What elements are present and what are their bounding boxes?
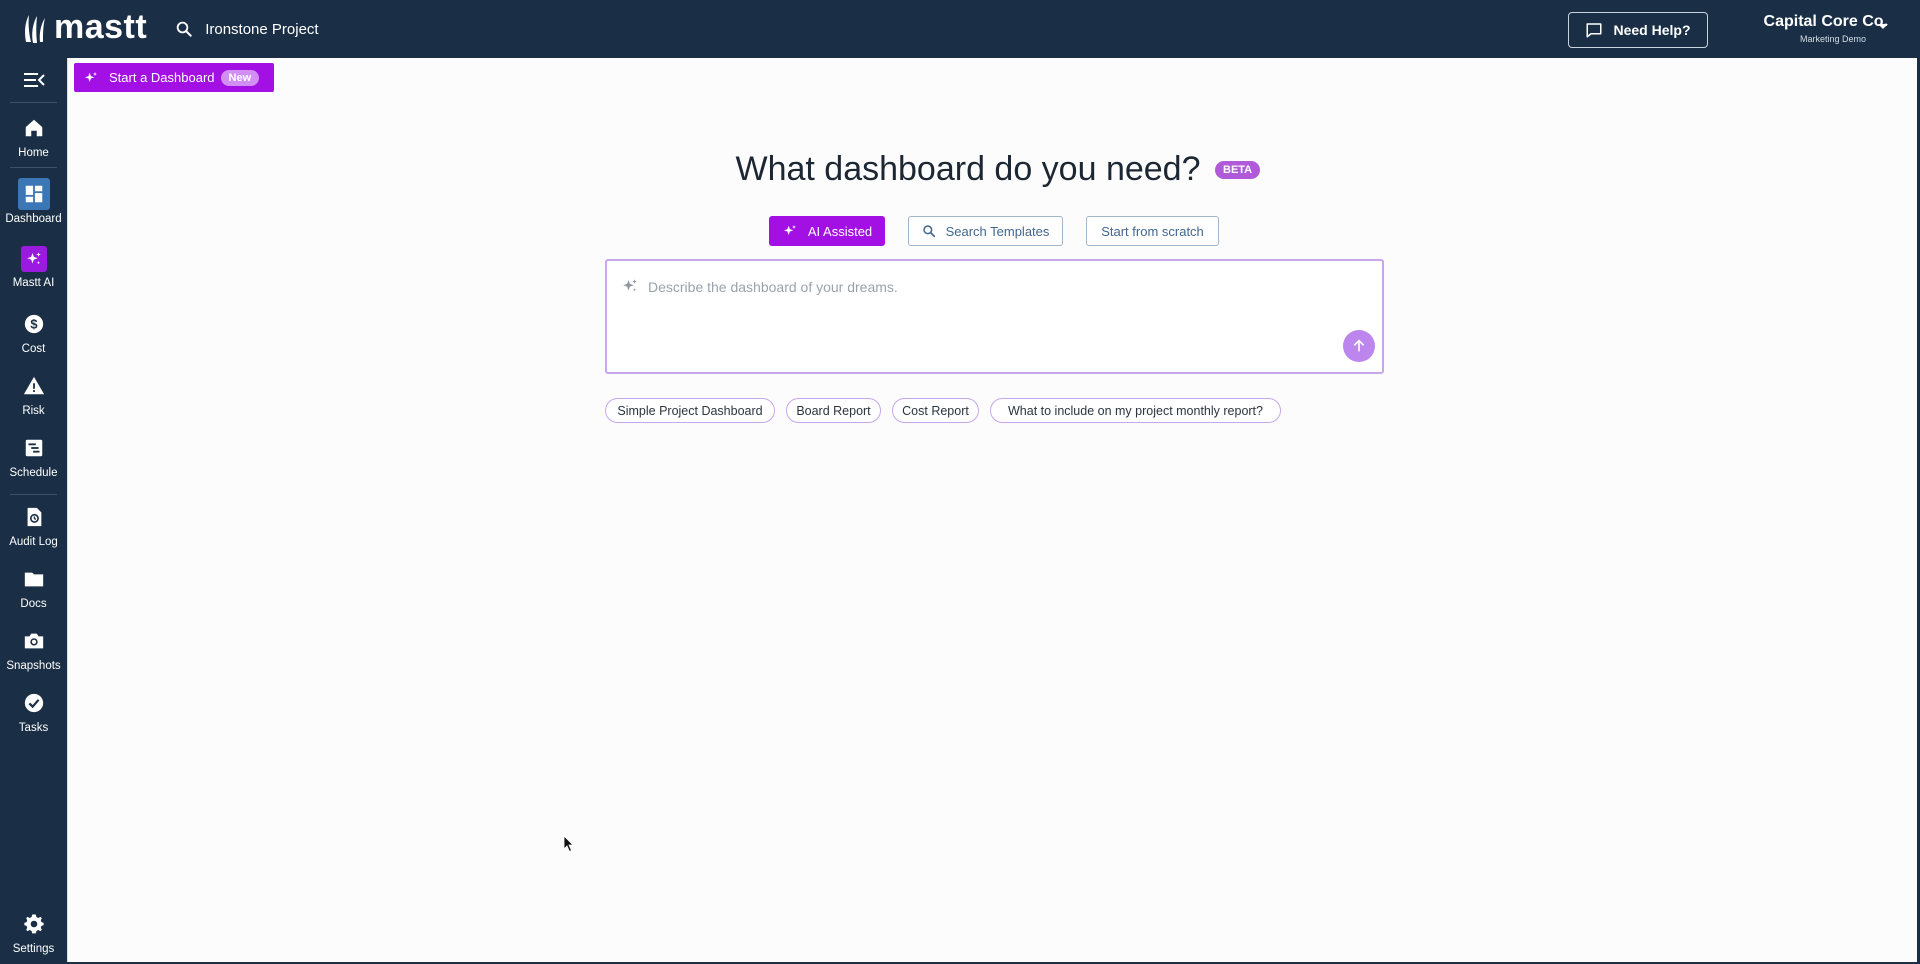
sidebar-item-label: Cost	[21, 343, 46, 355]
dollar-icon-wrap: $	[18, 308, 50, 340]
sidebar-item-tasks[interactable]: Tasks	[0, 687, 67, 734]
top-bar: mastt Ironstone Project Need Help? Capit…	[0, 0, 1920, 58]
sidebar-divider	[10, 102, 57, 103]
suggestion-label: Simple Project Dashboard	[617, 403, 763, 418]
search-templates-button[interactable]: Search Templates	[908, 216, 1063, 246]
sidebar-divider	[10, 167, 57, 168]
logo[interactable]: mastt	[22, 0, 147, 58]
sidebar-item-label: Risk	[22, 405, 45, 417]
dashboard-icon-wrap	[17, 178, 50, 210]
sidebar-item-label: Docs	[20, 598, 47, 610]
gear-icon-wrap	[18, 908, 50, 940]
sidebar-item-schedule[interactable]: Schedule	[0, 432, 67, 479]
company-switcher[interactable]: Capital Core Co. Marketing Demo	[1738, 13, 1888, 44]
suggestion-chip[interactable]: Simple Project Dashboard	[605, 398, 775, 423]
beta-badge: BETA	[1215, 161, 1261, 179]
dollar-icon: $	[24, 314, 43, 334]
sidebar-item-label: Settings	[12, 943, 55, 955]
main-content: Start a Dashboard New What dashboard do …	[67, 58, 1917, 962]
mouse-cursor-icon	[563, 835, 574, 853]
suggestion-chip[interactable]: Cost Report	[892, 398, 979, 423]
need-help-button[interactable]: Need Help?	[1568, 12, 1708, 48]
need-help-label: Need Help?	[1613, 22, 1691, 38]
ai-assisted-label: AI Assisted	[807, 223, 873, 239]
chevron-down-icon[interactable]	[1878, 24, 1888, 29]
home-icon-wrap	[18, 112, 50, 144]
project-selector[interactable]: Ironstone Project	[175, 20, 319, 38]
sidebar-item-label: Home	[18, 147, 49, 159]
app-frame: mastt Ironstone Project Need Help? Capit…	[0, 0, 1920, 964]
schedule-icon	[25, 439, 42, 457]
prompt-box[interactable]	[605, 259, 1384, 374]
sidebar-item-label: Schedule	[9, 467, 58, 479]
sidebar-item-label: Snapshots	[6, 660, 61, 672]
gear-icon	[23, 914, 44, 934]
ai-assisted-button[interactable]: AI Assisted	[769, 216, 885, 246]
project-name: Ironstone Project	[205, 20, 319, 38]
sidebar-item-label: Audit Log	[9, 536, 58, 548]
camera-icon-wrap	[18, 625, 50, 657]
chat-icon	[1586, 23, 1602, 38]
sparkle-icon	[26, 252, 41, 265]
sidebar-item-settings[interactable]: Settings	[0, 908, 67, 955]
company-name: Capital Core Co.	[1763, 13, 1888, 30]
home-icon	[25, 119, 42, 137]
company-subtitle: Marketing Demo	[1799, 34, 1866, 44]
sparkle-icon	[783, 225, 796, 235]
start-dashboard-button[interactable]: Start a Dashboard New	[74, 63, 274, 92]
sidebar-item-mastt-ai[interactable]: Mastt AI	[0, 246, 67, 289]
audit-log-icon	[27, 507, 41, 527]
warning-icon-wrap	[18, 370, 50, 402]
folder-icon-wrap	[18, 563, 50, 595]
sidebar-item-home[interactable]: Home	[0, 112, 67, 159]
menu-collapse-icon[interactable]	[22, 70, 46, 90]
sidebar-item-label: Tasks	[18, 722, 49, 734]
suggestion-chip[interactable]: What to include on my project monthly re…	[990, 398, 1281, 423]
sidebar: Home Dashboard Mastt AI $ Cost Risk Sche…	[0, 58, 67, 964]
suggestion-label: Board Report	[796, 403, 871, 418]
suggestion-label: Cost Report	[902, 403, 969, 418]
logo-text: mastt	[54, 7, 148, 46]
search-icon	[922, 225, 935, 238]
page-title: What dashboard do you need?	[735, 150, 1201, 188]
start-dashboard-label: Start a Dashboard	[109, 70, 215, 85]
suggestion-chip[interactable]: Board Report	[786, 398, 881, 423]
audit-log-icon-wrap	[18, 501, 50, 533]
sparkle-icon-wrap	[20, 246, 47, 272]
dashboard-icon	[25, 185, 42, 203]
svg-text:$: $	[30, 317, 37, 332]
search-icon	[176, 21, 192, 37]
sidebar-item-label: Mastt AI	[12, 277, 55, 289]
send-button[interactable]	[1343, 330, 1375, 362]
sidebar-item-docs[interactable]: Docs	[0, 563, 67, 610]
schedule-icon-wrap	[18, 432, 50, 464]
camera-icon	[24, 633, 43, 649]
sparkle-icon	[85, 71, 97, 82]
start-from-scratch-label: Start from scratch	[1101, 223, 1204, 239]
folder-icon	[24, 572, 43, 587]
check-circle-icon-wrap	[18, 687, 50, 719]
sparkle-icon	[623, 279, 637, 292]
warning-icon	[23, 376, 44, 395]
start-from-scratch-button[interactable]: Start from scratch	[1086, 216, 1219, 246]
sidebar-item-dashboard[interactable]: Dashboard	[0, 178, 67, 225]
sidebar-item-snapshots[interactable]: Snapshots	[0, 625, 67, 672]
sidebar-item-label: Dashboard	[5, 213, 62, 225]
sidebar-item-risk[interactable]: Risk	[0, 370, 67, 417]
sidebar-item-audit-log[interactable]: Audit Log	[0, 501, 67, 548]
mastt-logo-icon	[25, 15, 45, 43]
suggestion-label: What to include on my project monthly re…	[1008, 403, 1263, 418]
search-templates-label: Search Templates	[945, 223, 1050, 239]
sidebar-item-cost[interactable]: $ Cost	[0, 308, 67, 355]
check-circle-icon	[24, 693, 43, 713]
arrow-up-icon	[1353, 339, 1365, 352]
sidebar-divider	[10, 494, 57, 495]
dashboard-prompt-input[interactable]	[648, 276, 1348, 298]
new-badge: New	[220, 69, 260, 86]
